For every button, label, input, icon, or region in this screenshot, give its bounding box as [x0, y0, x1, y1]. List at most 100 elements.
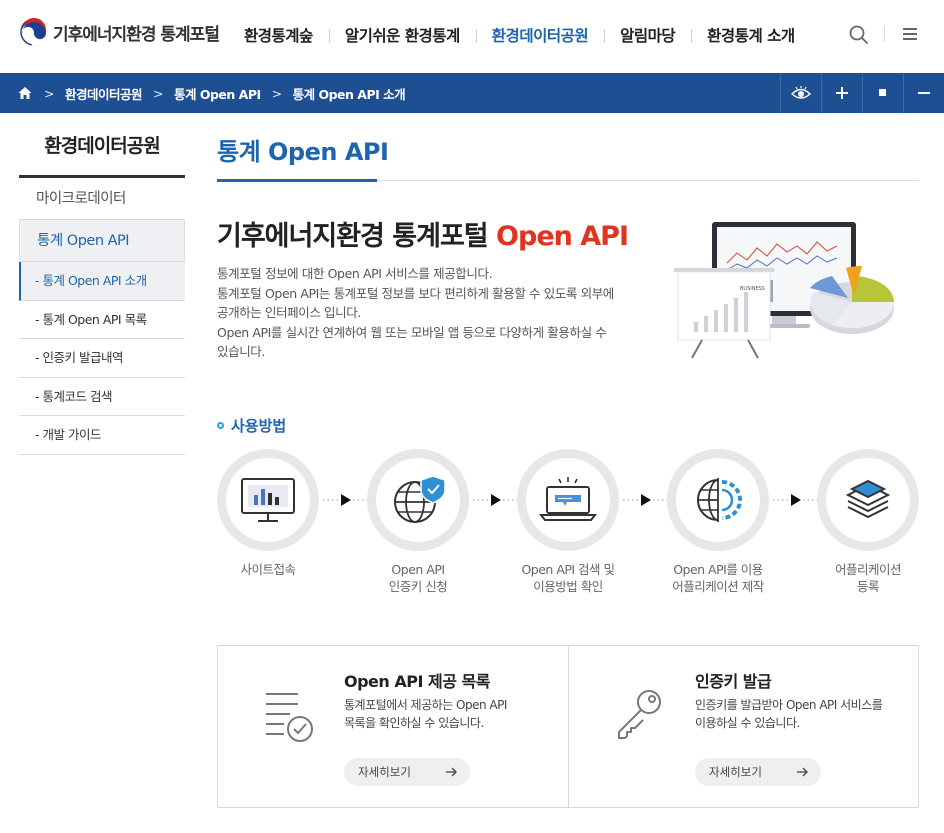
step-circle [667, 449, 769, 551]
plus-icon [836, 87, 848, 99]
sidebar-subitem-stat-code-search[interactable]: - 통계코드 검색 [19, 378, 185, 416]
service-cards: Open API 제공 목록 통계포털에서 제공하는 Open API 목록을 … [217, 645, 919, 808]
breadcrumb-item-open-api[interactable]: 통계 Open API [174, 84, 261, 103]
sidebar-title: 환경데이터공원 [19, 113, 185, 178]
government-emblem-icon [19, 17, 49, 47]
layers-icon [845, 479, 891, 519]
step-label-line: 어플리케이션 [834, 562, 902, 577]
intro-desc-line: 통계포털 정보에 대한 Open API 서비스를 제공합니다. [217, 266, 493, 281]
nav-item-easy-env-stats[interactable]: 알기쉬운 환경통계 [328, 24, 476, 46]
card-more-button[interactable]: 자세히보기 [344, 758, 470, 786]
intro-desc-line: 공개하는 인터페이스 입니다. [217, 305, 361, 320]
step-label-line: 이용방법 확인 [533, 579, 603, 594]
card-description: 인증키를 발급받아 Open API 서비스를 이용하실 수 있습니다. [695, 696, 895, 732]
arrow-right-icon [446, 767, 457, 777]
sidebar-subitem-open-api-intro[interactable]: - 통계 Open API 소개 [19, 262, 185, 301]
list-check-icon [266, 693, 313, 742]
main-navigation: 환경통계숲 알기쉬운 환경통계 환경데이터공원 알림마당 환경통계 소개 [228, 22, 811, 48]
view-mode-button[interactable] [780, 73, 821, 113]
step-label-line: 인증키 신청 [388, 579, 448, 594]
card-title: 인증키 발급 [695, 672, 772, 691]
card-desc-line: 인증키를 발급받아 Open API 서비스를 [695, 698, 883, 712]
card-more-button[interactable]: 자세히보기 [695, 758, 821, 786]
usage-steps: 사이트접속 Open API 인증키 신청 Open API 검색 및 이용방법… [217, 449, 919, 609]
intro-desc-line: 있습니다. [217, 344, 265, 359]
step-label-line: 어플리케이션 제작 [672, 579, 764, 594]
step-arrow-icon [773, 494, 817, 506]
sidebar-navigation: 마이크로데이터 통계 Open API - 통계 Open API 소개 - 통… [19, 178, 185, 455]
step-circle [517, 449, 619, 551]
intro-desc-line: Open API를 실시간 연계하여 웹 또는 모바일 앱 등으로 다양하게 활… [217, 324, 607, 340]
step-label-line: Open API [391, 562, 445, 577]
card-desc-line: 목록을 확인하실 수 있습니다. [344, 716, 484, 730]
arrow-right-icon [797, 767, 808, 777]
step-label: Open API 검색 및 이용방법 확인 [497, 561, 639, 595]
zoom-reset-button[interactable] [862, 73, 903, 113]
section-bullet-icon [217, 422, 224, 429]
zoom-in-button[interactable] [821, 73, 862, 113]
all-menu-button[interactable] [900, 24, 920, 44]
card-title: Open API 제공 목록 [344, 672, 490, 691]
card-desc-line: 통계포털에서 제공하는 Open API [344, 698, 507, 712]
site-logo[interactable]: 기후에너지환경 통계포털 [19, 17, 220, 47]
search-icon [849, 25, 868, 44]
nav-item-notice-board[interactable]: 알림마당 [604, 24, 691, 46]
square-icon [879, 89, 886, 96]
breadcrumb-separator: > [153, 85, 163, 101]
step-label-line: 사이트접속 [240, 562, 296, 577]
breadcrumb-separator: > [271, 85, 282, 101]
step-site-access: 사이트접속 [217, 449, 319, 578]
nav-item-env-data-park[interactable]: 환경데이터공원 [475, 24, 604, 46]
usage-title-text: 사용방법 [231, 417, 287, 435]
step-inner [376, 458, 460, 542]
step-label-line: 등록 [856, 579, 880, 594]
header-divider [884, 26, 885, 42]
globe-shield-icon [394, 475, 446, 523]
card-desc-line: 이용하실 수 있습니다. [695, 716, 800, 730]
step-inner [676, 458, 760, 542]
sidebar-subitem-dev-guide[interactable]: - 개발 가이드 [19, 416, 185, 455]
step-inner [826, 458, 910, 542]
sidebar-item-microdata[interactable]: 마이크로데이터 [19, 178, 185, 220]
logo-text: 기후에너지환경 통계포털 [53, 24, 220, 45]
key-icon [618, 690, 661, 739]
accessibility-tools [780, 73, 944, 113]
card-key-issue: 인증키 발급 인증키를 발급받아 Open API 서비스를 이용하실 수 있습… [568, 646, 918, 807]
step-label: Open API를 이용 어플리케이션 제작 [647, 561, 789, 595]
eye-icon [791, 86, 811, 99]
step-build-app: Open API를 이용 어플리케이션 제작 [667, 449, 769, 595]
search-button[interactable] [848, 24, 870, 46]
nav-item-env-stats-forest[interactable]: 환경통계숲 [228, 24, 329, 46]
step-search-usage: Open API 검색 및 이용방법 확인 [517, 449, 619, 595]
globe-gear-icon [697, 478, 742, 522]
intro-description: 통계포털 정보에 대한 Open API 서비스를 제공합니다. 통계포털 Op… [217, 264, 657, 362]
sidebar-item-open-api[interactable]: 통계 Open API [19, 220, 185, 262]
step-circle [217, 449, 319, 551]
intro-title-accent: Open API [496, 221, 629, 252]
title-divider-accent [217, 179, 377, 182]
nav-item-about-env-stats[interactable]: 환경통계 소개 [691, 24, 810, 46]
card-description: 통계포털에서 제공하는 Open API 목록을 확인하실 수 있습니다. [344, 696, 544, 732]
sidebar-subitem-key-history[interactable]: - 인증키 발급내역 [19, 339, 185, 378]
breadcrumb-item-open-api-intro[interactable]: 통계 Open API 소개 [293, 84, 406, 103]
home-icon[interactable] [17, 85, 33, 101]
hero-board-text: BUSINESS [740, 286, 765, 292]
sidebar-subitem-open-api-list[interactable]: - 통계 Open API 목록 [19, 301, 185, 339]
intro-desc-line: 통계포털 Open API는 통계포털 정보를 보다 편리하게 활용할 수 있도… [217, 285, 614, 301]
hamburger-menu-icon [903, 28, 917, 40]
more-button-label: 자세히보기 [358, 765, 411, 779]
breadcrumb: > 환경데이터공원 > 통계 Open API > 통계 Open API 소개 [17, 73, 406, 113]
usage-section-title: 사용방법 [217, 415, 286, 436]
step-label: 어플리케이션 등록 [797, 561, 939, 595]
step-label-line: Open API를 이용 [673, 562, 763, 577]
zoom-out-button[interactable] [903, 73, 944, 113]
laptop-search-icon [539, 477, 597, 521]
more-button-label: 자세히보기 [709, 765, 762, 779]
breadcrumb-item-data-park[interactable]: 환경데이터공원 [65, 84, 143, 103]
step-circle [817, 449, 919, 551]
monitor-chart-icon [241, 478, 295, 522]
card-open-api-list: Open API 제공 목록 통계포털에서 제공하는 Open API 목록을 … [218, 646, 568, 807]
intro-title-main: 기후에너지환경 통계포털 [217, 221, 497, 252]
step-label: 사이트접속 [197, 561, 339, 578]
breadcrumb-bar: > 환경데이터공원 > 통계 Open API > 통계 Open API 소개 [0, 73, 944, 113]
